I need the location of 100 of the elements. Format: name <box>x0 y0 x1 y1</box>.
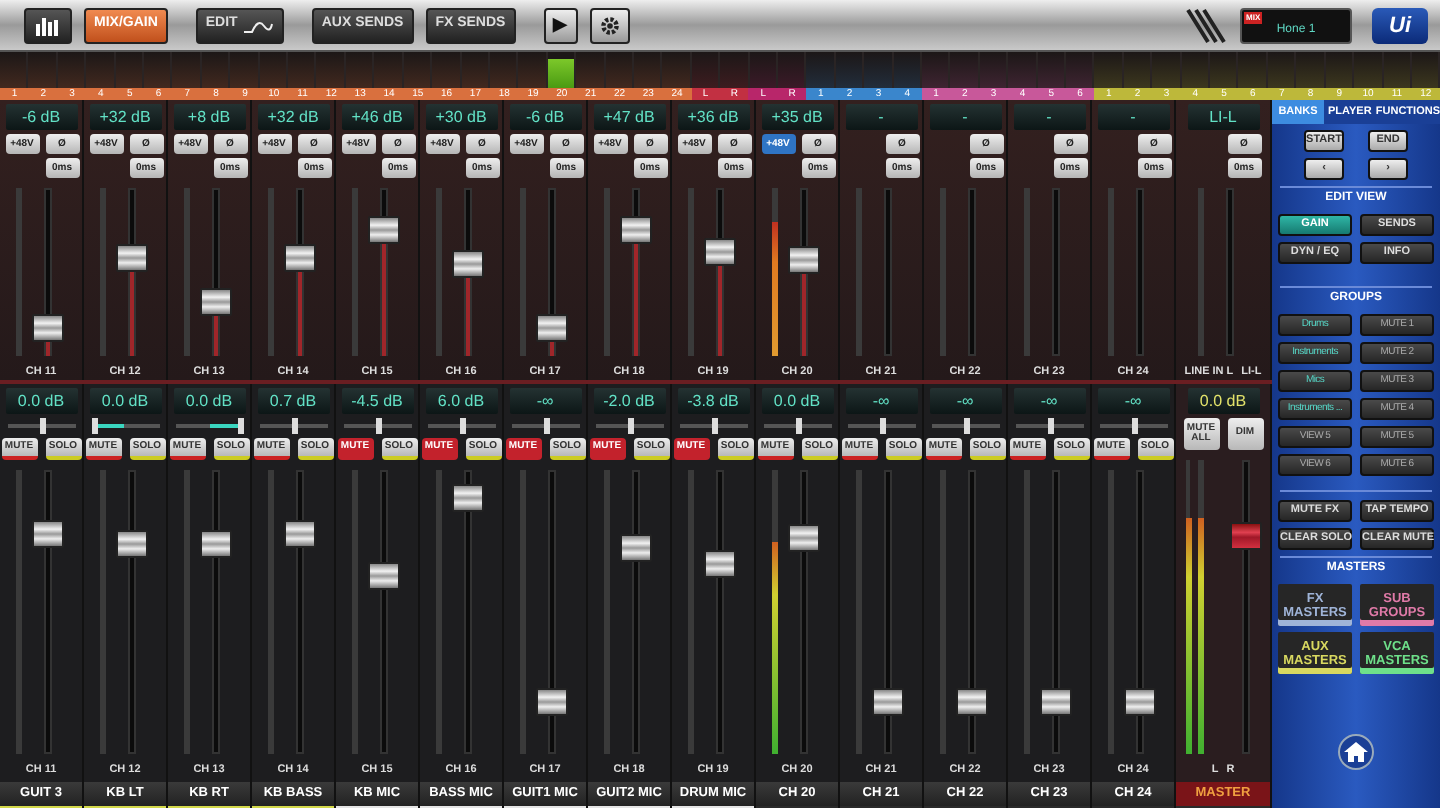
fader-track[interactable] <box>450 470 486 754</box>
fader-handle[interactable] <box>704 549 736 578</box>
fader-handle[interactable] <box>620 534 652 563</box>
gain-display: - <box>845 104 917 130</box>
fader-handle[interactable] <box>872 688 904 717</box>
app-logo: Ui <box>1372 7 1428 43</box>
level-display: -3.8 dB <box>677 388 749 414</box>
fader-handle[interactable] <box>536 688 568 717</box>
level-display: -2.0 dB <box>593 388 665 414</box>
fader-track[interactable] <box>786 188 822 356</box>
home-button[interactable] <box>1338 734 1374 770</box>
gain-display: +8 dB <box>173 104 245 130</box>
pan-slider[interactable] <box>591 418 667 434</box>
fader-handle[interactable] <box>1040 688 1072 717</box>
level-display: 0.7 dB <box>257 388 329 414</box>
gear-icon <box>599 15 620 35</box>
level-display: -∞ <box>509 388 581 414</box>
curve-icon <box>241 16 274 34</box>
level-display: -∞ <box>929 388 1001 414</box>
pan-slider[interactable] <box>171 418 247 434</box>
fader-track[interactable] <box>1122 470 1158 754</box>
gain-display: - <box>929 104 1001 130</box>
fader-track[interactable] <box>198 188 234 356</box>
diagonal-stripes-icon <box>1184 5 1228 45</box>
level-display: -∞ <box>1097 388 1169 414</box>
bars-icon <box>34 15 62 35</box>
fader-handle[interactable] <box>200 287 232 316</box>
fader-handle[interactable] <box>704 238 736 267</box>
fader-handle[interactable] <box>284 243 316 272</box>
level-display: 6.0 dB <box>425 388 497 414</box>
fader-track[interactable] <box>366 470 402 754</box>
fader-track[interactable] <box>870 470 906 754</box>
fader-handle[interactable] <box>32 314 64 343</box>
settings-button[interactable] <box>589 7 630 43</box>
fader-handle[interactable] <box>200 529 232 558</box>
fader-handle[interactable] <box>284 519 316 548</box>
fader-track[interactable] <box>618 470 654 754</box>
master-level-display: 0.0 dB <box>1187 388 1259 414</box>
fader-track[interactable] <box>114 188 150 356</box>
fader-handle[interactable] <box>116 529 148 558</box>
level-display: 0.0 dB <box>5 388 77 414</box>
fader-handle[interactable] <box>452 249 484 278</box>
pan-slider[interactable] <box>759 418 835 434</box>
gain-display: -6 dB <box>509 104 581 130</box>
fader-handle[interactable] <box>536 314 568 343</box>
pan-slider[interactable] <box>339 418 415 434</box>
fader-handle[interactable] <box>788 246 820 275</box>
fader-track[interactable] <box>534 188 570 356</box>
level-display: 0.0 dB <box>761 388 833 414</box>
fader-track[interactable] <box>534 470 570 754</box>
gain-display: +32 dB <box>89 104 161 130</box>
fader-track[interactable] <box>702 188 738 356</box>
fader-handle[interactable] <box>368 216 400 245</box>
pan-slider[interactable] <box>675 418 751 434</box>
level-display: 0.0 dB <box>173 388 245 414</box>
fader-track[interactable] <box>198 470 234 754</box>
pan-slider[interactable] <box>843 418 919 434</box>
fader-track[interactable] <box>954 470 990 754</box>
gain-display: - <box>1013 104 1085 130</box>
fader-handle[interactable] <box>956 688 988 717</box>
pan-slider[interactable] <box>1095 418 1171 434</box>
fader-handle[interactable] <box>368 562 400 591</box>
gain-display: - <box>1097 104 1169 130</box>
fader-track[interactable] <box>1038 470 1074 754</box>
fader-track[interactable] <box>618 188 654 356</box>
pan-slider[interactable] <box>255 418 331 434</box>
pan-slider[interactable] <box>423 418 499 434</box>
gain-display: -6 dB <box>5 104 77 130</box>
fader-handle[interactable] <box>32 519 64 548</box>
fader-handle[interactable] <box>116 243 148 272</box>
gain-display: +47 dB <box>593 104 665 130</box>
pan-slider[interactable] <box>87 418 163 434</box>
pan-slider[interactable] <box>1011 418 1087 434</box>
fader-handle[interactable] <box>788 524 820 553</box>
gain-display: +32 dB <box>257 104 329 130</box>
level-display: -4.5 dB <box>341 388 413 414</box>
fader-track[interactable] <box>1227 460 1261 754</box>
fader-track[interactable] <box>786 470 822 754</box>
fader-track[interactable] <box>282 470 318 754</box>
pan-slider[interactable] <box>3 418 79 434</box>
level-display: -∞ <box>1013 388 1085 414</box>
fader-track[interactable] <box>366 188 402 356</box>
gain-display: +36 dB <box>677 104 749 130</box>
fader-track[interactable] <box>30 470 66 754</box>
pan-slider[interactable] <box>927 418 1003 434</box>
fader-track[interactable] <box>282 188 318 356</box>
fader-track[interactable] <box>450 188 486 356</box>
fader-handle[interactable] <box>1229 521 1262 550</box>
fader-track[interactable] <box>702 470 738 754</box>
fader-track[interactable] <box>114 470 150 754</box>
play-button[interactable]: ▶ <box>543 7 578 43</box>
level-display: -∞ <box>845 388 917 414</box>
fader-handle[interactable] <box>1124 688 1156 717</box>
gain-display: LI-L <box>1187 104 1259 130</box>
level-display: 0.0 dB <box>89 388 161 414</box>
fader-handle[interactable] <box>620 216 652 245</box>
fader-track[interactable] <box>30 188 66 356</box>
fader-handle[interactable] <box>452 484 484 513</box>
pan-slider[interactable] <box>507 418 583 434</box>
meters-view-button[interactable] <box>24 7 72 43</box>
